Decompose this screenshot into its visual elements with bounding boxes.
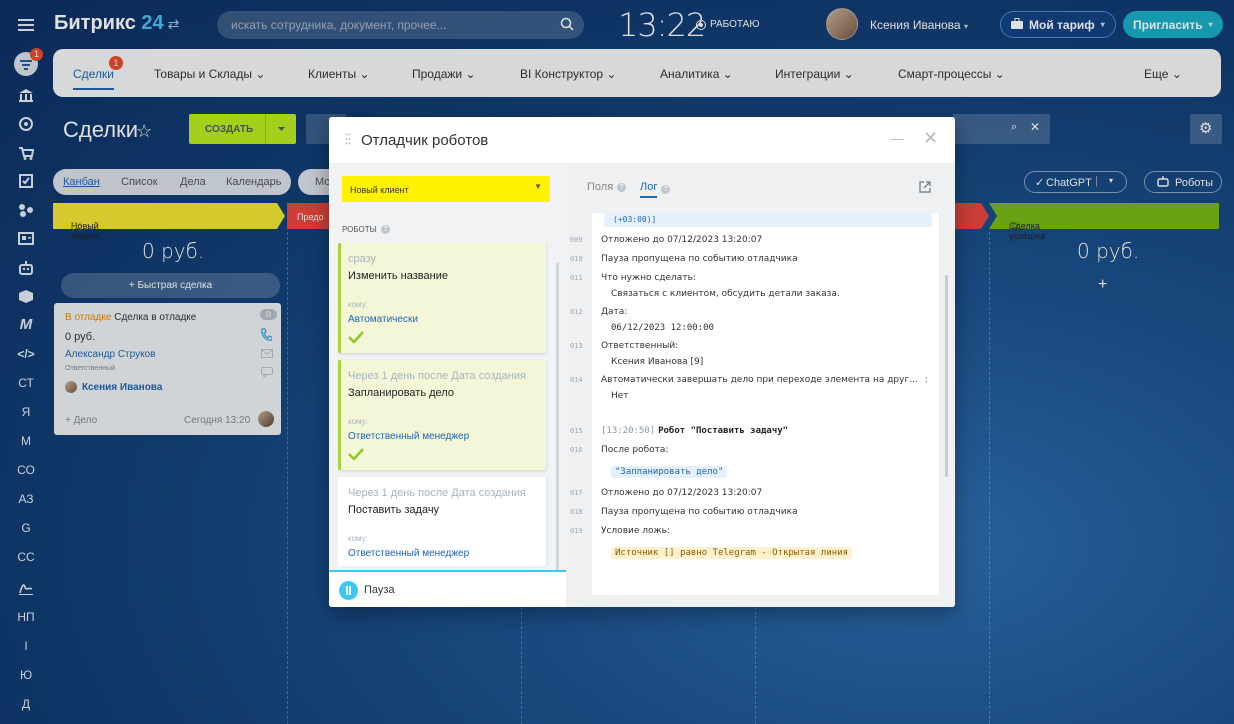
log-line: [13:20:50] Робот "Поставить задачу" <box>601 426 789 436</box>
log-line: Пауза пропущена по событию отладчика <box>601 507 798 517</box>
log-line: Пауза пропущена по событию отладчика <box>601 254 798 264</box>
check-icon <box>348 331 364 346</box>
log-line: Отложено до 07/12/2023 13:20:07 <box>601 488 763 498</box>
tab-fields[interactable]: Поля? <box>587 181 627 193</box>
line-number: 016 <box>570 446 583 454</box>
line-number: 017 <box>570 489 583 497</box>
dialog-header: Отладчик роботов — ✕ <box>329 117 955 163</box>
pause-button[interactable]: Пауза <box>364 584 395 596</box>
robot-item[interactable]: сразу Изменить название кому: Автоматиче… <box>338 243 546 353</box>
log-line: Ответственный: <box>601 341 679 351</box>
log-line: Отложено до 07/12/2023 13:20:07 <box>601 235 763 245</box>
pause-icon[interactable] <box>339 581 358 600</box>
help-icon[interactable]: ? <box>617 182 627 192</box>
minimize-icon[interactable]: — <box>890 130 904 146</box>
line-number: 012 <box>570 308 583 316</box>
dialog-title: Отладчик роботов <box>361 132 489 149</box>
line-number: 009 <box>570 236 583 244</box>
robot-reference-tag: "Запланировать дело" <box>611 466 728 478</box>
drag-handle-icon[interactable] <box>345 133 351 148</box>
line-number: 019 <box>570 527 583 535</box>
log-line: Дата: <box>601 307 628 317</box>
robots-label: РОБОТЫ? <box>342 225 390 234</box>
line-number: 018 <box>570 508 583 516</box>
condition-tag: Источник [] равно Telegram - Открытая ли… <box>611 547 852 559</box>
robots-scrollbar[interactable] <box>556 263 559 578</box>
line-number: 011 <box>570 274 583 282</box>
line-number: 015 <box>570 427 583 435</box>
log-line: Условие ложь: <box>601 526 670 536</box>
log-line: Нет <box>611 391 629 401</box>
pause-bar: Пауза <box>329 570 566 607</box>
robot-debugger-dialog: Отладчик роботов — ✕ Новый клиент ▼ РОБО… <box>329 117 955 607</box>
robot-item[interactable]: Через 1 день после Дата создания Постави… <box>338 477 546 566</box>
log-line: Ксения Иванова [9] <box>611 357 704 367</box>
tab-log[interactable]: Лог? <box>640 181 671 198</box>
line-number: 013 <box>570 342 583 350</box>
external-link-icon[interactable] <box>919 181 931 196</box>
robot-item[interactable]: Через 1 день после Дата создания Заплани… <box>338 360 546 470</box>
chevron-down-icon: ▼ <box>534 182 542 191</box>
robots-panel: Новый клиент ▼ РОБОТЫ? сразу Изменить на… <box>329 163 566 607</box>
log-line: Автоматически завершать дело при переход… <box>601 375 928 385</box>
help-icon[interactable]: ? <box>661 185 671 194</box>
log-line: Связаться с клиентом, обсудить детали за… <box>611 289 840 299</box>
line-number: 014 <box>570 376 583 384</box>
help-icon[interactable]: ? <box>380 225 390 234</box>
line-number: 010 <box>570 255 583 263</box>
check-icon <box>348 448 364 463</box>
log-view: (+03:00)] 009 Отложено до 07/12/2023 13:… <box>592 213 939 595</box>
log-panel: Поля? Лог? (+03:00)] 009 Отложено до 07/… <box>566 163 955 607</box>
log-scrollbar[interactable] <box>945 275 948 477</box>
log-line: Что нужно сделать: <box>601 273 696 283</box>
stage-select[interactable]: Новый клиент ▼ <box>342 176 550 202</box>
log-line: 06/12/2023 12:00:00 <box>611 323 714 333</box>
robots-list: сразу Изменить название кому: Автоматиче… <box>338 243 554 566</box>
close-icon[interactable]: ✕ <box>923 128 938 149</box>
log-line: После робота: <box>601 445 669 455</box>
